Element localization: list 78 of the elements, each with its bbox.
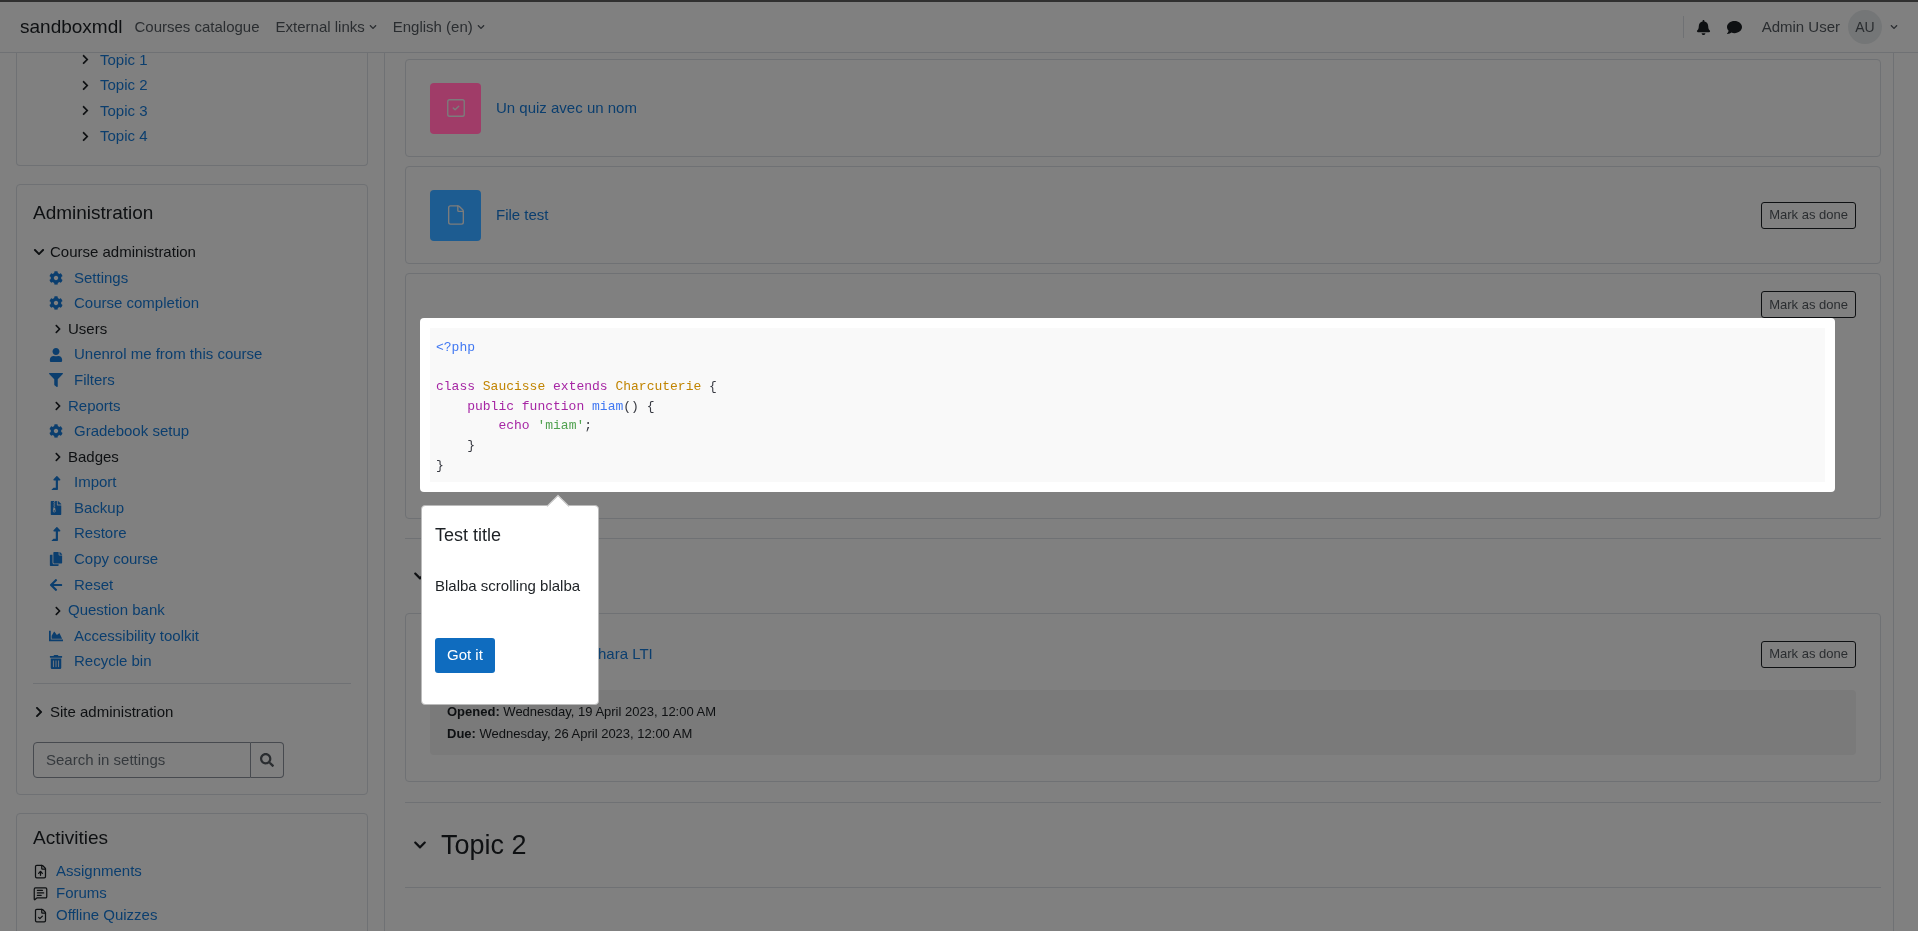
gear-icon (49, 296, 63, 311)
archive-file-icon (49, 501, 63, 516)
admin-link[interactable]: Question bank (68, 599, 165, 622)
caret-icon (368, 23, 377, 31)
gear-icon (49, 424, 63, 439)
activity-type-link[interactable]: Assignments (56, 859, 142, 883)
block-title: Activities (33, 825, 109, 850)
nav-link[interactable]: External links (275, 15, 377, 39)
admin-link[interactable]: Accessibility toolkit (74, 624, 200, 648)
admin-link[interactable]: Recycle bin (74, 650, 152, 673)
search-icon (260, 752, 274, 767)
admin-link[interactable]: Filters (74, 368, 115, 392)
chevron-right-icon[interactable] (53, 451, 63, 462)
block-title: Administration (33, 201, 155, 225)
search-field[interactable]: Search in settings (33, 741, 251, 778)
checkbox-square-icon (444, 97, 467, 119)
topic-link[interactable]: Topic 1 (100, 53, 148, 71)
messages-icon[interactable] (1726, 19, 1742, 35)
activity-date: Due: Wednesday, 26 April 2023, 12:00 AM (447, 724, 694, 743)
admin-link[interactable]: Import (74, 471, 117, 494)
copy-icon (49, 552, 63, 567)
got-it-button[interactable]: Got it (435, 637, 495, 673)
user-name[interactable]: Admin User (1761, 15, 1840, 39)
trash-icon (49, 654, 63, 669)
admin-link[interactable]: Copy course (74, 548, 159, 571)
chevron-right-icon[interactable] (53, 605, 63, 616)
section-title: Topic 2 (441, 828, 527, 862)
chevron-right-icon[interactable] (80, 54, 91, 66)
upload-arrow-icon (49, 526, 63, 541)
popover-title: Test title (435, 524, 503, 547)
notifications-bell-icon[interactable] (1695, 19, 1711, 35)
activity-link[interactable]: Un quiz avec un nom (496, 96, 637, 120)
tree-branch-label[interactable]: Badges (68, 445, 119, 469)
activity-type-link[interactable]: Forums (56, 881, 107, 905)
nav-link[interactable]: English (en) (392, 15, 485, 39)
mark-as-done-button[interactable]: Mark as done (1761, 291, 1856, 318)
topic-link[interactable]: Topic 2 (100, 74, 148, 97)
chevron-right-icon[interactable] (33, 706, 45, 718)
chevron-right-icon[interactable] (53, 324, 63, 334)
admin-link[interactable]: Reset (74, 573, 114, 597)
tree-branch-label[interactable]: Users (68, 317, 108, 341)
code-block: <?php class Saucisse extends Charcuterie { public function miam() { echo 'miam'; } } (430, 328, 1825, 483)
topic-link[interactable]: Topic 4 (100, 125, 148, 148)
search-button[interactable] (251, 741, 284, 778)
activity-type-link[interactable]: Offline Quizzes (56, 903, 158, 927)
admin-link[interactable]: Gradebook setup (74, 420, 190, 443)
tree-branch-label[interactable]: Course administration (50, 241, 196, 264)
admin-link[interactable]: Course completion (74, 292, 200, 315)
activity-date: Opened: Wednesday, 19 April 2023, 12:00 AM (447, 703, 718, 721)
nav-link[interactable]: Courses catalogue (134, 15, 260, 39)
admin-link[interactable]: Reports (68, 394, 121, 417)
chevron-right-icon[interactable] (80, 79, 91, 91)
filter-icon (49, 373, 63, 388)
admin-link[interactable]: Unenrol me from this course (74, 343, 263, 366)
chevron-right-icon[interactable] (80, 105, 91, 117)
mark-as-done-button[interactable]: Mark as done (1761, 201, 1856, 229)
chevron-right-icon[interactable] (80, 130, 91, 142)
upload-arrow-icon (49, 475, 63, 490)
chevron-right-icon[interactable] (53, 400, 63, 411)
topic-link[interactable]: Topic 3 (100, 99, 148, 122)
tree-branch-label[interactable]: Site administration (50, 700, 174, 724)
file-check-icon (33, 907, 48, 923)
mark-as-done-button[interactable]: Mark as done (1761, 640, 1856, 668)
forum-icon (33, 885, 48, 901)
activity-link[interactable]: File test (496, 203, 549, 227)
caret-icon[interactable] (1890, 23, 1898, 31)
admin-link[interactable]: Restore (74, 522, 127, 545)
gear-icon (49, 270, 63, 285)
file-upload-icon (33, 863, 48, 879)
admin-link[interactable]: Backup (74, 496, 125, 520)
popover-body: Blalba scrolling blalba (435, 576, 582, 596)
arrow-left-icon (49, 577, 63, 592)
user-avatar[interactable]: AU (1848, 10, 1882, 44)
site-name[interactable]: sandboxmdl (20, 12, 123, 42)
area-chart-icon (49, 629, 63, 644)
admin-link[interactable]: Settings (74, 266, 129, 290)
user-icon (49, 347, 63, 362)
caret-icon (476, 23, 485, 31)
